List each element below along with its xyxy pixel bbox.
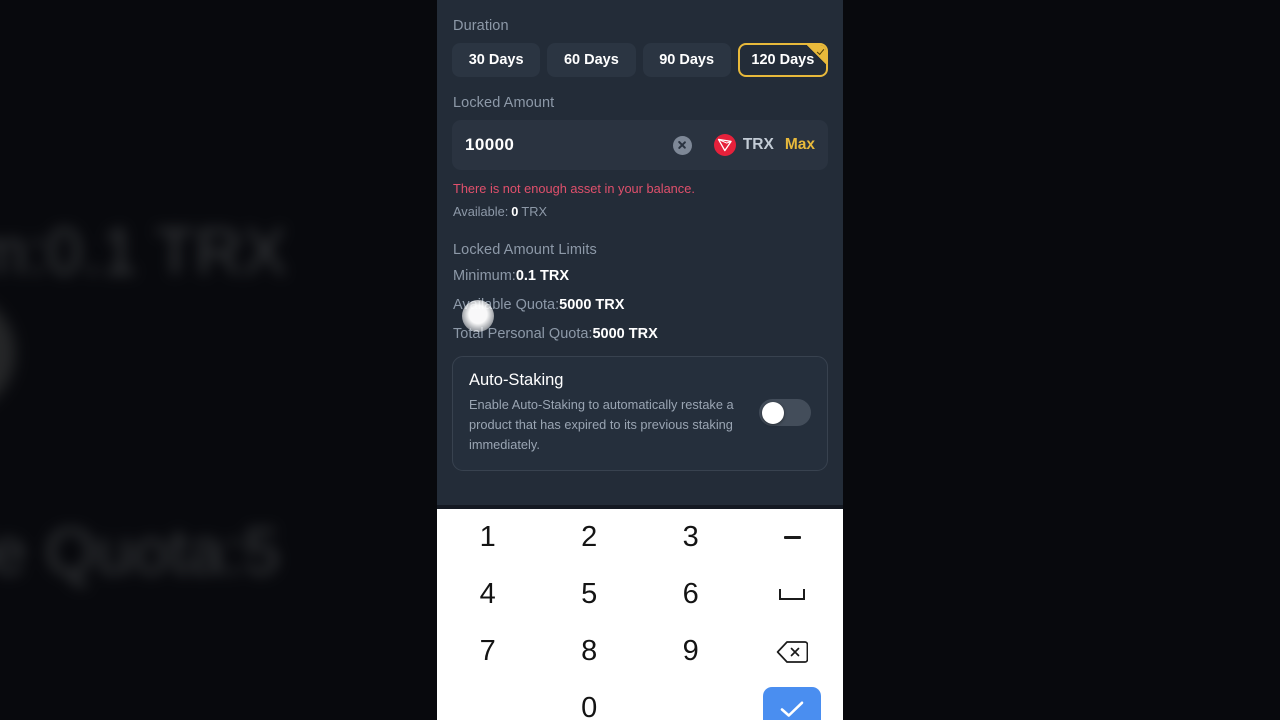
numeric-keypad: 1 2 3 4 5 6 7 8 9 0 [437, 505, 843, 720]
duration-option-120-selected[interactable]: 120 Days [737, 43, 828, 77]
limit-label: Minimum: [453, 268, 516, 284]
duration-option-label: 30 Days [468, 52, 524, 68]
duration-option-label: 120 Days [751, 52, 815, 68]
auto-staking-toggle[interactable] [759, 399, 811, 426]
trx-token-icon [713, 134, 736, 156]
duration-option-label: 90 Days [659, 52, 715, 68]
key-label: 3 [682, 521, 699, 553]
auto-staking-text: Auto-Staking Enable Auto-Staking to auto… [469, 371, 759, 454]
limit-row-available-quota: Available Quota:5000 TRX [453, 297, 828, 313]
available-balance: Available: 0 TRX [453, 204, 828, 219]
key-label: 1 [479, 521, 496, 553]
toggle-knob [761, 401, 784, 424]
key-1[interactable]: 1 [437, 509, 539, 566]
limit-row-total-quota: Total Personal Quota:5000 TRX [453, 326, 828, 342]
key-blank-left [437, 680, 539, 720]
key-label: 4 [479, 578, 496, 610]
keypad-grid: 1 2 3 4 5 6 7 8 9 0 [437, 509, 843, 720]
checkmark-icon [780, 701, 804, 717]
auto-staking-title: Auto-Staking [469, 371, 564, 389]
clear-icon[interactable] [672, 135, 692, 155]
locked-amount-input[interactable]: 10000 [465, 135, 673, 155]
limit-value: 5000 TRX [559, 297, 625, 313]
limit-value: 0.1 TRX [515, 268, 570, 284]
token-symbol: TRX [742, 136, 774, 153]
key-label: 5 [581, 578, 598, 610]
backdrop-cursor-glow [0, 293, 15, 413]
locked-amount-label: Locked Amount [453, 95, 555, 111]
duration-option-90[interactable]: 90 Days [642, 43, 731, 77]
key-space[interactable] [742, 566, 844, 623]
key-3[interactable]: 3 [640, 509, 742, 566]
key-4[interactable]: 4 [437, 566, 539, 623]
key-backspace[interactable] [742, 623, 844, 680]
key-7[interactable]: 7 [437, 623, 539, 680]
auto-staking-card: Auto-Staking Enable Auto-Staking to auto… [452, 356, 828, 472]
key-confirm[interactable] [742, 680, 844, 720]
minus-icon [783, 536, 801, 539]
limits-label: Locked Amount Limits [453, 242, 597, 258]
tron-logo-icon [717, 138, 732, 152]
locked-amount-field[interactable]: 10000 TRX Max [452, 120, 828, 170]
available-label: Available: [453, 204, 509, 219]
backdrop-line: Available Quota:5 [0, 514, 280, 588]
available-value: 0 [511, 204, 519, 219]
key-label: 6 [682, 578, 699, 610]
duration-option-label: 60 Days [563, 52, 619, 68]
balance-error-message: There is not enough asset in your balanc… [453, 181, 695, 196]
key-5[interactable]: 5 [539, 566, 641, 623]
duration-options: 30 Days 60 Days 90 Days 120 Days [452, 43, 828, 77]
key-8[interactable]: 8 [539, 623, 641, 680]
limit-row-minimum: Minimum:0.1 TRX [453, 268, 828, 284]
backdrop-line: Minimum:0.1 TRX [0, 214, 287, 288]
key-label: 0 [581, 692, 598, 720]
available-unit: TRX [521, 204, 547, 219]
duration-option-30[interactable]: 30 Days [452, 43, 541, 77]
key-2[interactable]: 2 [539, 509, 641, 566]
panel-content: Duration 30 Days 60 Days 90 Days 120 Day… [437, 0, 843, 472]
check-corner-icon [807, 45, 826, 64]
confirm-button[interactable] [763, 687, 822, 720]
backspace-icon [777, 640, 809, 663]
key-6[interactable]: 6 [640, 566, 742, 623]
cursor-indicator [462, 300, 494, 332]
key-blank-right [640, 680, 742, 720]
auto-staking-description: Enable Auto-Staking to automatically res… [469, 397, 734, 452]
key-label: 2 [581, 521, 598, 553]
key-label: 7 [479, 635, 496, 667]
max-button[interactable]: Max [785, 136, 815, 154]
space-icon [779, 589, 806, 600]
duration-option-60[interactable]: 60 Days [547, 43, 636, 77]
key-0[interactable]: 0 [539, 680, 641, 720]
limit-value: 5000 TRX [592, 326, 658, 342]
key-label: 9 [682, 635, 699, 667]
key-label: 8 [581, 635, 598, 667]
key-minus[interactable] [742, 509, 844, 566]
key-9[interactable]: 9 [640, 623, 742, 680]
duration-label: Duration [453, 18, 509, 34]
screen: Locked Amount L Minimum:0.1 TRX Availabl… [0, 0, 1280, 720]
